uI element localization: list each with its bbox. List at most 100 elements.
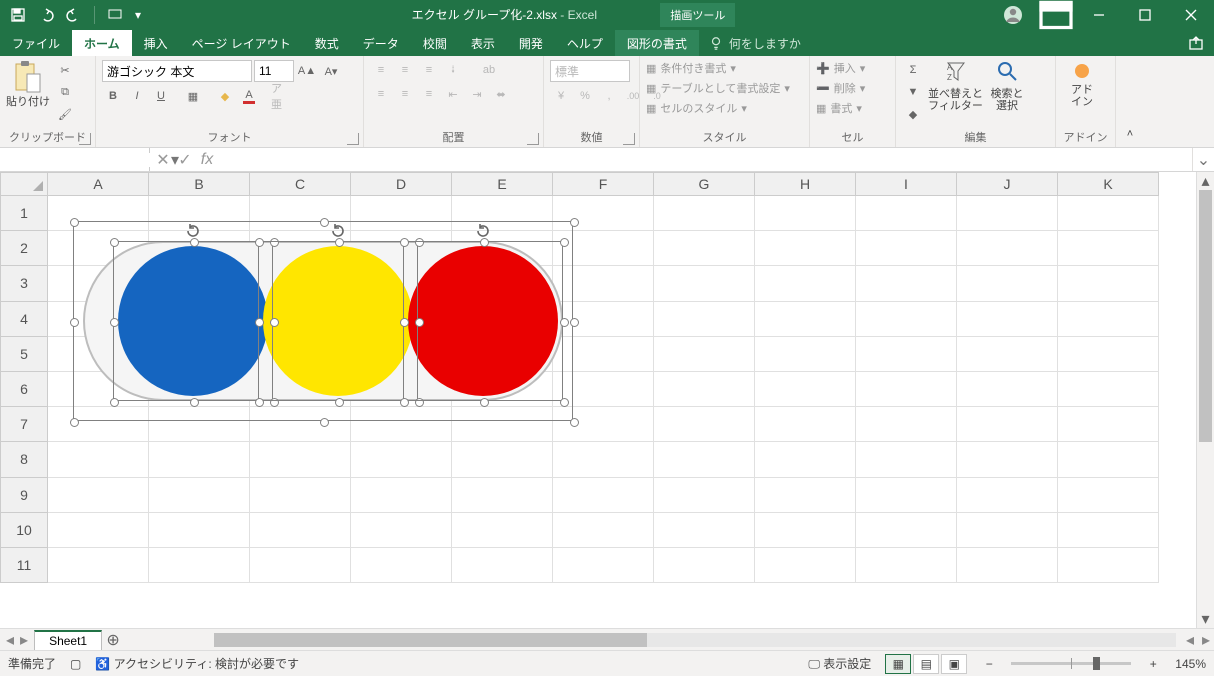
increase-font-icon[interactable]: A▲	[296, 61, 318, 81]
cell[interactable]	[553, 478, 654, 513]
zoom-level[interactable]: 145%	[1175, 657, 1206, 671]
cell[interactable]	[957, 266, 1058, 301]
cell[interactable]	[654, 442, 755, 477]
italic-button[interactable]: I	[126, 86, 148, 106]
tab-view[interactable]: 表示	[459, 30, 507, 56]
cell[interactable]	[957, 442, 1058, 477]
addin-button[interactable]: アド イン	[1062, 60, 1102, 108]
insert-cells-button[interactable]: ➕ 挿入 ▾	[816, 60, 865, 76]
cell[interactable]	[149, 337, 250, 372]
cells-grid[interactable]	[48, 196, 1196, 628]
cell[interactable]	[755, 302, 856, 337]
cell[interactable]	[250, 442, 351, 477]
minimize-button[interactable]	[1076, 0, 1122, 30]
underline-button[interactable]: U	[150, 86, 172, 106]
format-painter-icon[interactable]: 🖌	[54, 104, 76, 124]
cell[interactable]	[856, 266, 957, 301]
qat-more-icon[interactable]	[103, 3, 127, 27]
page-layout-view-icon[interactable]: ▤	[913, 654, 939, 674]
row-header[interactable]: 8	[0, 442, 48, 477]
name-box[interactable]: ▾	[0, 148, 150, 171]
scroll-right-icon[interactable]: ▸	[1198, 630, 1214, 650]
column-header[interactable]: J	[957, 172, 1058, 196]
cell[interactable]	[48, 266, 149, 301]
cell[interactable]	[149, 231, 250, 266]
tab-insert[interactable]: 挿入	[132, 30, 180, 56]
cell[interactable]	[1058, 372, 1159, 407]
fill-icon[interactable]: ▼	[902, 82, 924, 102]
align-top-icon[interactable]: ≡	[370, 60, 392, 80]
cell[interactable]	[856, 442, 957, 477]
cell[interactable]	[149, 372, 250, 407]
cell[interactable]	[351, 442, 452, 477]
normal-view-icon[interactable]: ▦	[885, 654, 911, 674]
undo-icon[interactable]	[34, 3, 58, 27]
cell[interactable]	[452, 478, 553, 513]
font-name-input[interactable]	[102, 60, 252, 82]
cell[interactable]	[48, 372, 149, 407]
cell[interactable]	[553, 548, 654, 583]
cell[interactable]	[48, 442, 149, 477]
cell[interactable]	[755, 478, 856, 513]
cell[interactable]	[1058, 231, 1159, 266]
sheet-nav-first-icon[interactable]: ◂	[6, 630, 14, 650]
cell[interactable]	[654, 372, 755, 407]
cell[interactable]	[654, 478, 755, 513]
clear-icon[interactable]: ◆	[902, 104, 924, 124]
tab-review[interactable]: 校閲	[411, 30, 459, 56]
cell[interactable]	[856, 513, 957, 548]
cell[interactable]	[553, 302, 654, 337]
save-icon[interactable]	[6, 3, 30, 27]
cell[interactable]	[957, 548, 1058, 583]
cell[interactable]	[957, 407, 1058, 442]
row-header[interactable]: 6	[0, 372, 48, 407]
cell[interactable]	[452, 442, 553, 477]
decrease-font-icon[interactable]: A▾	[320, 61, 342, 81]
macro-record-icon[interactable]: ▢	[70, 657, 81, 671]
cell[interactable]	[654, 231, 755, 266]
cell[interactable]	[149, 302, 250, 337]
orientation-icon[interactable]: ⭭	[442, 60, 464, 80]
decrease-indent-icon[interactable]: ⇤	[442, 84, 464, 104]
conditional-formatting-button[interactable]: ▦ 条件付き書式 ▾	[646, 60, 736, 76]
cell[interactable]	[856, 372, 957, 407]
row-header[interactable]: 5	[0, 337, 48, 372]
cell[interactable]	[1058, 407, 1159, 442]
number-launcher[interactable]	[623, 133, 635, 145]
cell[interactable]	[1058, 548, 1159, 583]
fx-icon[interactable]: fx	[198, 151, 216, 169]
share-button[interactable]	[1178, 30, 1214, 56]
cell[interactable]	[452, 266, 553, 301]
accept-formula-icon[interactable]: ✓	[176, 151, 194, 169]
cell[interactable]	[250, 266, 351, 301]
column-header[interactable]: A	[48, 172, 149, 196]
column-header[interactable]: I	[856, 172, 957, 196]
cell[interactable]	[452, 372, 553, 407]
cell[interactable]	[957, 478, 1058, 513]
new-sheet-icon[interactable]: ⊕	[102, 630, 124, 650]
sort-filter-button[interactable]: AZ 並べ替えと フィルター	[928, 60, 983, 112]
cell[interactable]	[957, 302, 1058, 337]
v-scroll-thumb[interactable]	[1199, 190, 1212, 442]
cell[interactable]	[1058, 337, 1159, 372]
align-left-icon[interactable]: ≡	[370, 84, 392, 104]
column-header[interactable]: E	[452, 172, 553, 196]
ribbon-display-options-icon[interactable]	[1036, 0, 1076, 30]
phonetic-icon[interactable]: ア亜	[270, 86, 292, 106]
row-header[interactable]: 1	[0, 196, 48, 231]
cell[interactable]	[553, 231, 654, 266]
cell[interactable]	[250, 302, 351, 337]
cell[interactable]	[149, 548, 250, 583]
font-launcher[interactable]	[347, 133, 359, 145]
cell[interactable]	[452, 513, 553, 548]
cell[interactable]	[250, 372, 351, 407]
h-scroll-thumb[interactable]	[214, 633, 647, 647]
account-icon[interactable]	[996, 4, 1030, 26]
comma-icon[interactable]: ,	[598, 86, 620, 106]
name-box-input[interactable]	[0, 153, 171, 167]
cell[interactable]	[755, 337, 856, 372]
column-header[interactable]: D	[351, 172, 452, 196]
cell[interactable]	[48, 407, 149, 442]
cell[interactable]	[755, 231, 856, 266]
copy-icon[interactable]: ⧉	[54, 82, 76, 102]
